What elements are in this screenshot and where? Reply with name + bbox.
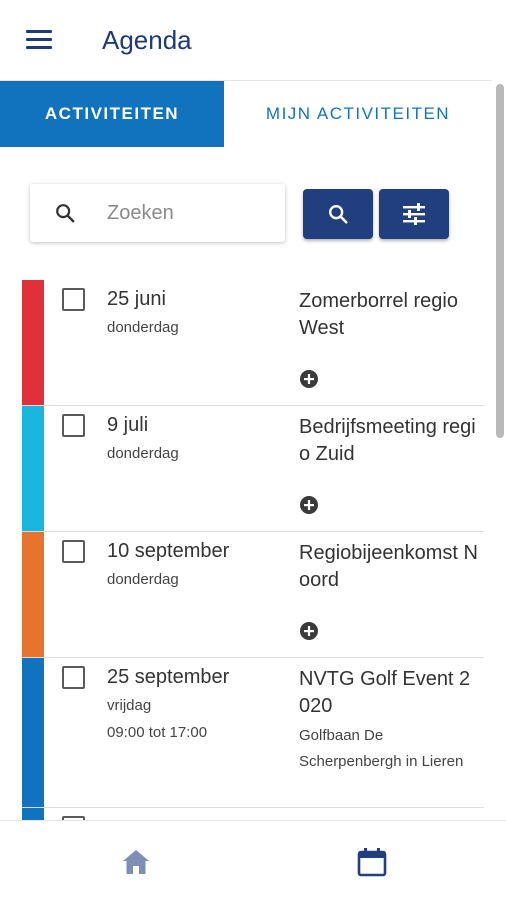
select-checkbox[interactable] — [62, 414, 85, 437]
activity-weekday: donderdag — [107, 571, 179, 588]
activity-time: 09:00 tot 17:00 — [107, 724, 208, 741]
tune-icon — [403, 203, 425, 225]
activity-location: Golfbaan De Scherpenbergh in Lieren — [299, 727, 464, 770]
search-icon — [329, 205, 348, 224]
add-circle-icon[interactable] — [299, 495, 319, 515]
tab-bar: ACTIVITEITEN MIJN ACTIVITEITEN — [0, 80, 492, 147]
activity-title: Zomerborrel regio West — [299, 290, 458, 339]
bottom-navigation — [0, 820, 506, 900]
select-checkbox[interactable] — [62, 540, 85, 563]
filter-button[interactable] — [379, 189, 449, 239]
calendar-icon[interactable] — [356, 847, 388, 877]
activity-title: Regiobijeenkomst Noord — [299, 542, 478, 591]
activity-date: 9 juli — [107, 414, 149, 436]
activity-title: Bedrijfsmeeting regio Zuid — [299, 416, 476, 465]
activity-title: NVTG Golf Event 2020 — [299, 668, 471, 717]
scrollbar[interactable] — [496, 84, 504, 438]
search-button[interactable] — [303, 189, 373, 239]
activity-list: 25 juni donderdag Zomerborrel regio West… — [22, 280, 484, 839]
search-field[interactable] — [30, 184, 285, 242]
activity-date: 25 juni — [107, 288, 166, 310]
activity-weekday: donderdag — [107, 319, 179, 336]
category-color-bar — [22, 532, 44, 657]
activity-date: 25 september — [107, 666, 230, 688]
search-input[interactable] — [107, 198, 277, 228]
menu-icon[interactable] — [26, 30, 52, 50]
select-checkbox[interactable] — [62, 288, 85, 311]
category-color-bar — [22, 280, 44, 405]
list-item[interactable]: 9 juli donderdag Bedrijfsmeeting regio Z… — [22, 406, 484, 532]
tab-activiteiten[interactable]: ACTIVITEITEN — [0, 81, 224, 147]
activity-weekday: vrijdag — [107, 697, 152, 714]
activity-date: 10 september — [107, 540, 230, 562]
select-checkbox[interactable] — [62, 666, 85, 689]
page-title: Agenda — [102, 25, 192, 55]
list-item[interactable]: 25 juni donderdag Zomerborrel regio West — [22, 280, 484, 406]
home-icon[interactable] — [120, 847, 152, 877]
search-icon — [56, 204, 75, 223]
category-color-bar — [22, 406, 44, 531]
app-bar: Agenda — [0, 0, 506, 80]
tab-mijn-activiteiten[interactable]: MIJN ACTIVITEITEN — [224, 81, 492, 147]
category-color-bar — [22, 658, 44, 807]
list-item[interactable]: 25 september vrijdag 09:00 tot 17:00 NVT… — [22, 658, 484, 808]
add-circle-icon[interactable] — [299, 369, 319, 389]
add-circle-icon[interactable] — [299, 621, 319, 641]
list-item[interactable]: 10 september donderdag Regiobijeenkomst … — [22, 532, 484, 658]
activity-weekday: donderdag — [107, 445, 179, 462]
